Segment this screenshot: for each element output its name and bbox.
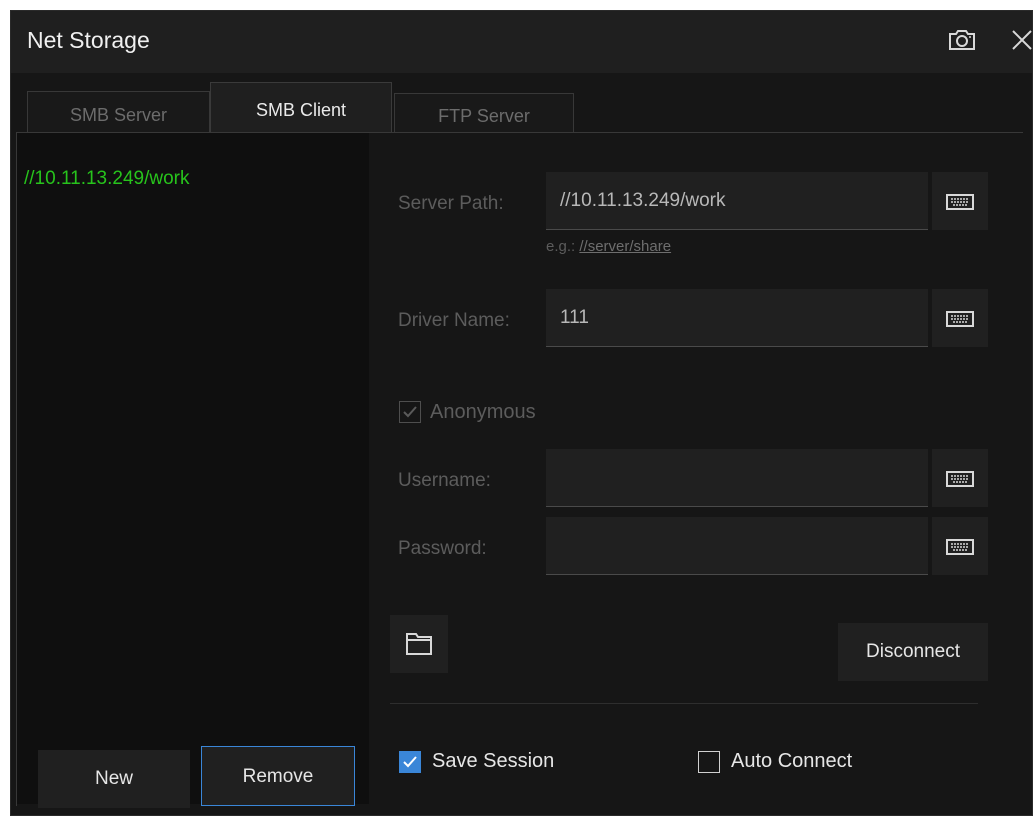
dialog-title: Net Storage (27, 27, 150, 53)
auto-connect-label: Auto Connect (731, 750, 853, 772)
username-label: Username: (398, 470, 491, 491)
browse-folder-button[interactable] (390, 615, 448, 673)
remove-button[interactable]: Remove (201, 746, 355, 806)
anonymous-checkbox[interactable] (399, 401, 421, 423)
keyboard-icon (946, 311, 974, 327)
close-icon[interactable] (1007, 25, 1033, 55)
checkmark-icon (403, 756, 417, 768)
server-path-input[interactable] (546, 172, 928, 230)
password-label: Password: (398, 538, 487, 559)
anonymous-label: Anonymous (430, 401, 536, 423)
tab-label: SMB Server (69, 105, 168, 125)
server-path-label: Server Path: (398, 193, 504, 214)
session-list (17, 133, 369, 804)
tab-label: FTP Server (438, 106, 530, 126)
example-link: //server/share (579, 238, 672, 255)
keyboard-icon (946, 194, 974, 210)
server-path-example: e.g.: //server/share (546, 238, 671, 255)
title-bar: Net Storage (11, 11, 1032, 73)
username-keyboard-button[interactable] (932, 449, 988, 507)
save-session-checkbox[interactable] (399, 751, 421, 773)
session-list-item[interactable]: //10.11.13.249/work (24, 168, 189, 190)
camera-icon[interactable] (947, 28, 977, 52)
keyboard-icon (946, 539, 974, 555)
example-prefix: e.g.: (546, 238, 576, 255)
divider (390, 703, 978, 704)
password-keyboard-button[interactable] (932, 517, 988, 575)
tab-smb-server[interactable]: SMB Server (27, 91, 210, 133)
checkmark-icon (403, 406, 417, 418)
driver-name-keyboard-button[interactable] (932, 289, 988, 347)
disconnect-button[interactable]: Disconnect (838, 623, 988, 681)
keyboard-icon (946, 471, 974, 487)
save-session-label: Save Session (432, 750, 555, 772)
tab-ftp-server[interactable]: FTP Server (394, 93, 574, 133)
tab-smb-client[interactable]: SMB Client (210, 82, 392, 133)
password-input[interactable] (546, 517, 928, 575)
username-input[interactable] (546, 449, 928, 507)
driver-name-input[interactable] (546, 289, 928, 347)
auto-connect-checkbox[interactable] (698, 751, 720, 773)
driver-name-label: Driver Name: (398, 310, 510, 331)
new-button[interactable]: New (38, 750, 190, 808)
server-path-keyboard-button[interactable] (932, 172, 988, 230)
folder-icon (406, 633, 432, 655)
tab-label: SMB Client (255, 100, 347, 120)
